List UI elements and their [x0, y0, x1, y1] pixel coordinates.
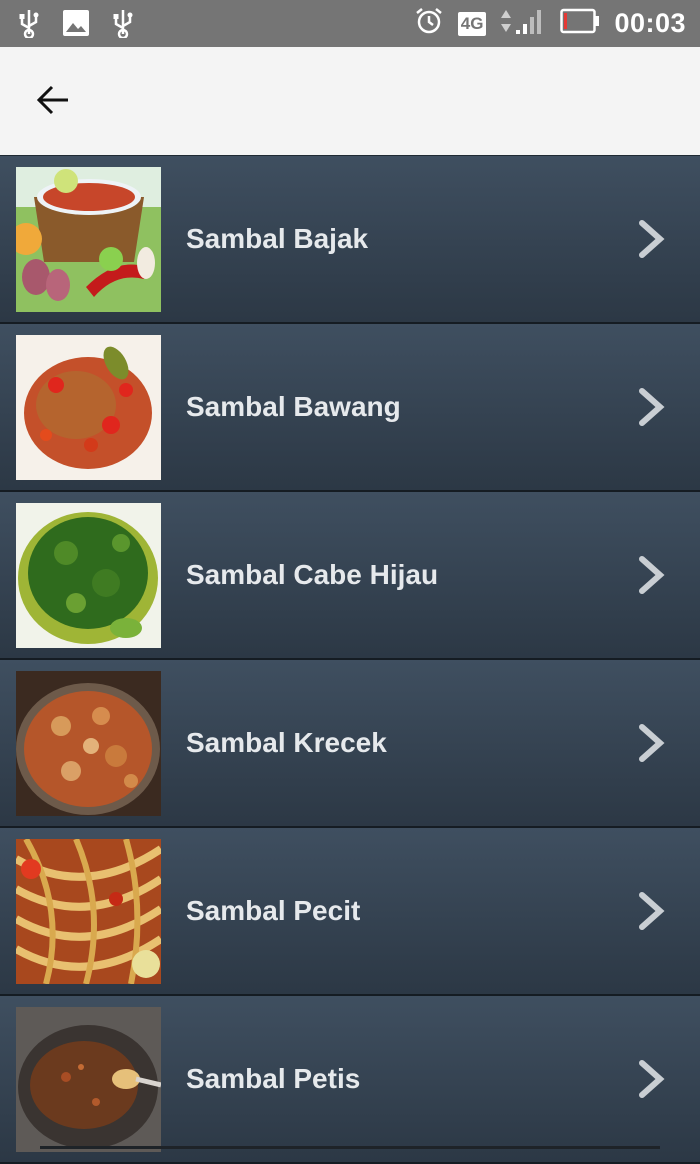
list-item-label: Sambal Petis — [186, 1063, 361, 1094]
list-item-sambal-bajak[interactable]: Sambal Bajak — [0, 156, 700, 324]
sambal-petis-image — [16, 1007, 161, 1152]
clock-time: 00:03 — [614, 8, 686, 38]
sambal-cabe-hijau-image — [16, 503, 161, 648]
sambal-krecek-image — [16, 671, 161, 816]
chevron-right-icon — [636, 891, 670, 931]
list-item-label: Sambal Bajak — [186, 223, 369, 254]
list-item-sambal-krecek[interactable]: Sambal Krecek — [0, 660, 700, 828]
status-right-icons: 4G 00:03 — [414, 6, 686, 41]
status-left-icons — [18, 8, 134, 43]
usb-icon — [18, 8, 40, 43]
list-item-label: Sambal Pecit — [186, 895, 361, 926]
image-icon — [62, 9, 90, 42]
chevron-right-icon — [636, 723, 670, 763]
list-item-sambal-cabe-hijau[interactable]: Sambal Cabe Hijau — [0, 492, 700, 660]
battery-icon — [560, 8, 600, 39]
list-item-sambal-bawang[interactable]: Sambal Bawang — [0, 324, 700, 492]
chevron-right-icon — [636, 1059, 670, 1099]
list-item-label: Sambal Cabe Hijau — [186, 559, 439, 590]
sambal-bajak-image — [16, 167, 161, 312]
arrow-left-icon — [36, 84, 70, 121]
alarm-icon — [414, 6, 444, 41]
list-item-label: Sambal Krecek — [186, 727, 387, 758]
list-item-label: Sambal Bawang — [186, 391, 401, 422]
sambal-bawang-image — [16, 335, 161, 480]
chevron-right-icon — [636, 387, 670, 427]
back-button[interactable] — [28, 77, 78, 127]
app-bar — [0, 47, 700, 156]
list-item-sambal-petis[interactable]: Sambal Petis — [0, 996, 700, 1164]
network-type-badge: 4G — [457, 11, 487, 36]
recipe-list: Sambal Bajak Sambal Bawang Sambal Cabe H… — [0, 156, 700, 1164]
sambal-pecit-image — [16, 839, 161, 984]
usb-icon — [112, 8, 134, 43]
list-item-sambal-pecit[interactable]: Sambal Pecit — [0, 828, 700, 996]
chevron-right-icon — [636, 555, 670, 595]
signal-icon — [500, 6, 546, 41]
chevron-right-icon — [636, 219, 670, 259]
status-bar: 4G 00:03 — [0, 0, 700, 47]
